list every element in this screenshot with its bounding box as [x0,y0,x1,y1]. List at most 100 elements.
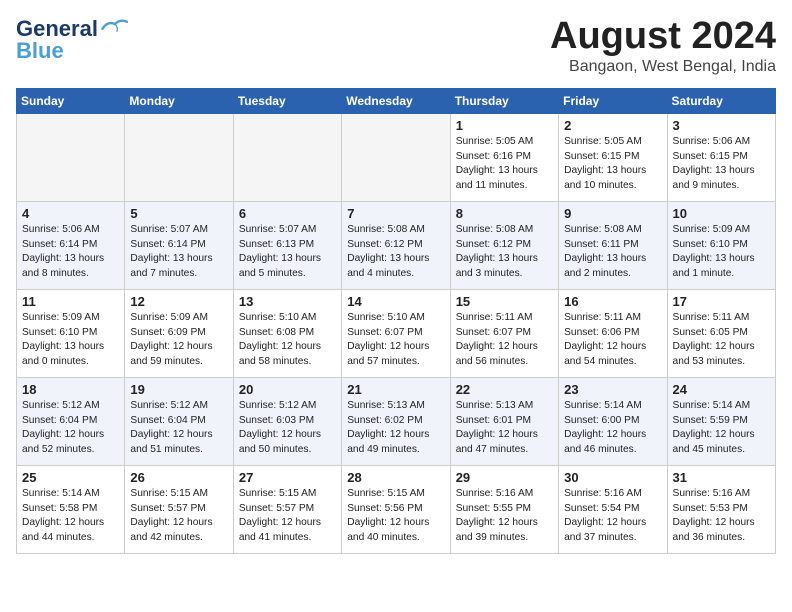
calendar-cell: 18 Sunrise: 5:12 AM Sunset: 6:04 PM Dayli… [17,377,125,465]
day-info: Sunrise: 5:08 AM Sunset: 6:12 PM Dayligh… [347,223,444,282]
day-info: Sunrise: 5:15 AM Sunset: 5:57 PM Dayligh… [130,487,227,546]
day-info: Sunrise: 5:06 AM Sunset: 6:14 PM Dayligh… [22,223,119,282]
day-number: 26 [130,470,227,485]
day-number: 10 [673,206,770,221]
calendar-cell [233,113,341,201]
calendar-week-4: 18 Sunrise: 5:12 AM Sunset: 6:04 PM Dayli… [17,377,776,465]
calendar-cell: 3 Sunrise: 5:06 AM Sunset: 6:15 PM Daylig… [667,113,775,201]
calendar-cell [125,113,233,201]
day-info: Sunrise: 5:09 AM Sunset: 6:09 PM Dayligh… [130,311,227,370]
calendar-cell: 12 Sunrise: 5:09 AM Sunset: 6:09 PM Dayli… [125,289,233,377]
day-info: Sunrise: 5:14 AM Sunset: 5:58 PM Dayligh… [22,487,119,546]
calendar-cell: 7 Sunrise: 5:08 AM Sunset: 6:12 PM Daylig… [342,201,450,289]
calendar-cell: 14 Sunrise: 5:10 AM Sunset: 6:07 PM Dayli… [342,289,450,377]
title-block: August 2024 Bangaon, West Bengal, India [550,16,776,76]
day-info: Sunrise: 5:15 AM Sunset: 5:56 PM Dayligh… [347,487,444,546]
calendar-header-row: SundayMondayTuesdayWednesdayThursdayFrid… [17,88,776,113]
day-number: 31 [673,470,770,485]
calendar-cell: 25 Sunrise: 5:14 AM Sunset: 5:58 PM Dayli… [17,465,125,553]
location-subtitle: Bangaon, West Bengal, India [550,58,776,76]
day-number: 14 [347,294,444,309]
calendar-cell [17,113,125,201]
day-info: Sunrise: 5:15 AM Sunset: 5:57 PM Dayligh… [239,487,336,546]
day-info: Sunrise: 5:09 AM Sunset: 6:10 PM Dayligh… [673,223,770,282]
column-header-tuesday: Tuesday [233,88,341,113]
day-number: 5 [130,206,227,221]
calendar-cell: 19Sunrise: 5:12 AM Sunset: 6:04 PM Dayli… [125,377,233,465]
calendar-cell: 11 Sunrise: 5:09 AM Sunset: 6:10 PM Dayli… [17,289,125,377]
day-number: 23 [564,382,661,397]
calendar-week-2: 4 Sunrise: 5:06 AM Sunset: 6:14 PM Daylig… [17,201,776,289]
day-number: 11 [22,294,119,309]
day-number: 30 [564,470,661,485]
calendar-cell: 5Sunrise: 5:07 AM Sunset: 6:14 PM Daylig… [125,201,233,289]
calendar-cell: 20 Sunrise: 5:12 AM Sunset: 6:03 PM Dayli… [233,377,341,465]
day-number: 24 [673,382,770,397]
calendar-cell: 13 Sunrise: 5:10 AM Sunset: 6:08 PM Dayli… [233,289,341,377]
day-info: Sunrise: 5:06 AM Sunset: 6:15 PM Dayligh… [673,135,770,194]
day-number: 3 [673,118,770,133]
calendar-cell: 28 Sunrise: 5:15 AM Sunset: 5:56 PM Dayli… [342,465,450,553]
calendar-cell: 30 Sunrise: 5:16 AM Sunset: 5:54 PM Dayli… [559,465,667,553]
day-info: Sunrise: 5:16 AM Sunset: 5:54 PM Dayligh… [564,487,661,546]
day-info: Sunrise: 5:11 AM Sunset: 6:07 PM Dayligh… [456,311,553,370]
day-number: 15 [456,294,553,309]
column-header-monday: Monday [125,88,233,113]
day-info: Sunrise: 5:13 AM Sunset: 6:02 PM Dayligh… [347,399,444,458]
day-info: Sunrise: 5:12 AM Sunset: 6:04 PM Dayligh… [22,399,119,458]
calendar-week-1: 1 Sunrise: 5:05 AM Sunset: 6:16 PM Daylig… [17,113,776,201]
calendar-table: SundayMondayTuesdayWednesdayThursdayFrid… [16,88,776,554]
day-number: 29 [456,470,553,485]
page-header: General Blue August 2024 Bangaon, West B… [16,16,776,76]
day-info: Sunrise: 5:05 AM Sunset: 6:16 PM Dayligh… [456,135,553,194]
calendar-cell: 21 Sunrise: 5:13 AM Sunset: 6:02 PM Dayli… [342,377,450,465]
day-info: Sunrise: 5:11 AM Sunset: 6:05 PM Dayligh… [673,311,770,370]
calendar-cell: 22 Sunrise: 5:13 AM Sunset: 6:01 PM Dayli… [450,377,558,465]
calendar-cell: 26 Sunrise: 5:15 AM Sunset: 5:57 PM Dayli… [125,465,233,553]
column-header-wednesday: Wednesday [342,88,450,113]
day-number: 8 [456,206,553,221]
day-number: 18 [22,382,119,397]
day-number: 20 [239,382,336,397]
day-number: 12 [130,294,227,309]
day-info: Sunrise: 5:10 AM Sunset: 6:08 PM Dayligh… [239,311,336,370]
day-info: Sunrise: 5:16 AM Sunset: 5:55 PM Dayligh… [456,487,553,546]
day-number: 7 [347,206,444,221]
day-number: 21 [347,382,444,397]
day-number: 28 [347,470,444,485]
day-info: Sunrise: 5:09 AM Sunset: 6:10 PM Dayligh… [22,311,119,370]
day-number: 17 [673,294,770,309]
day-number: 1 [456,118,553,133]
day-info: Sunrise: 5:11 AM Sunset: 6:06 PM Dayligh… [564,311,661,370]
column-header-sunday: Sunday [17,88,125,113]
calendar-cell: 29 Sunrise: 5:16 AM Sunset: 5:55 PM Dayli… [450,465,558,553]
day-info: Sunrise: 5:14 AM Sunset: 5:59 PM Dayligh… [673,399,770,458]
day-number: 2 [564,118,661,133]
day-number: 22 [456,382,553,397]
calendar-cell: 17 Sunrise: 5:11 AM Sunset: 6:05 PM Dayli… [667,289,775,377]
calendar-cell: 4 Sunrise: 5:06 AM Sunset: 6:14 PM Daylig… [17,201,125,289]
day-info: Sunrise: 5:10 AM Sunset: 6:07 PM Dayligh… [347,311,444,370]
calendar-week-5: 25 Sunrise: 5:14 AM Sunset: 5:58 PM Dayli… [17,465,776,553]
day-info: Sunrise: 5:07 AM Sunset: 6:13 PM Dayligh… [239,223,336,282]
day-info: Sunrise: 5:05 AM Sunset: 6:15 PM Dayligh… [564,135,661,194]
month-year-title: August 2024 [550,16,776,58]
calendar-cell: 31Sunrise: 5:16 AM Sunset: 5:53 PM Dayli… [667,465,775,553]
calendar-cell: 8 Sunrise: 5:08 AM Sunset: 6:12 PM Daylig… [450,201,558,289]
calendar-week-3: 11 Sunrise: 5:09 AM Sunset: 6:10 PM Dayli… [17,289,776,377]
day-number: 4 [22,206,119,221]
calendar-cell: 24 Sunrise: 5:14 AM Sunset: 5:59 PM Dayli… [667,377,775,465]
day-info: Sunrise: 5:12 AM Sunset: 6:03 PM Dayligh… [239,399,336,458]
day-info: Sunrise: 5:13 AM Sunset: 6:01 PM Dayligh… [456,399,553,458]
day-info: Sunrise: 5:08 AM Sunset: 6:12 PM Dayligh… [456,223,553,282]
day-number: 13 [239,294,336,309]
calendar-cell: 1 Sunrise: 5:05 AM Sunset: 6:16 PM Daylig… [450,113,558,201]
calendar-cell: 27 Sunrise: 5:15 AM Sunset: 5:57 PM Dayli… [233,465,341,553]
day-number: 27 [239,470,336,485]
day-number: 19 [130,382,227,397]
calendar-cell: 6 Sunrise: 5:07 AM Sunset: 6:13 PM Daylig… [233,201,341,289]
day-number: 16 [564,294,661,309]
day-number: 6 [239,206,336,221]
day-number: 25 [22,470,119,485]
column-header-saturday: Saturday [667,88,775,113]
